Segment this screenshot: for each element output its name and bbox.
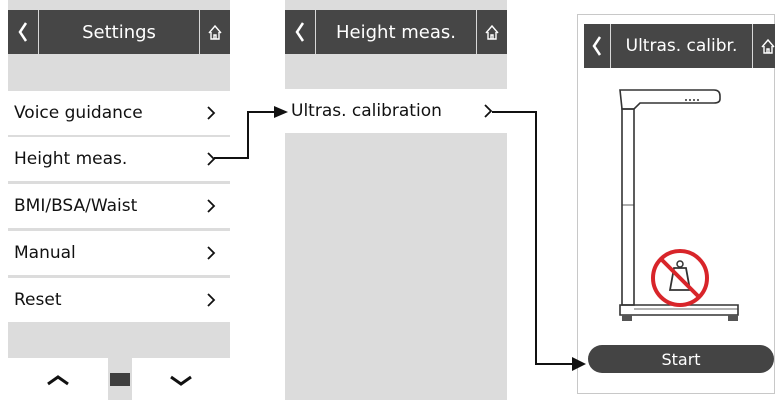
arrowhead-icon [274,106,288,118]
flow-arrows [214,106,586,371]
arrowhead-icon [572,357,586,371]
flow-arrow-ultras-calibration [492,111,572,365]
flow-arrow-height-meas [214,111,276,159]
